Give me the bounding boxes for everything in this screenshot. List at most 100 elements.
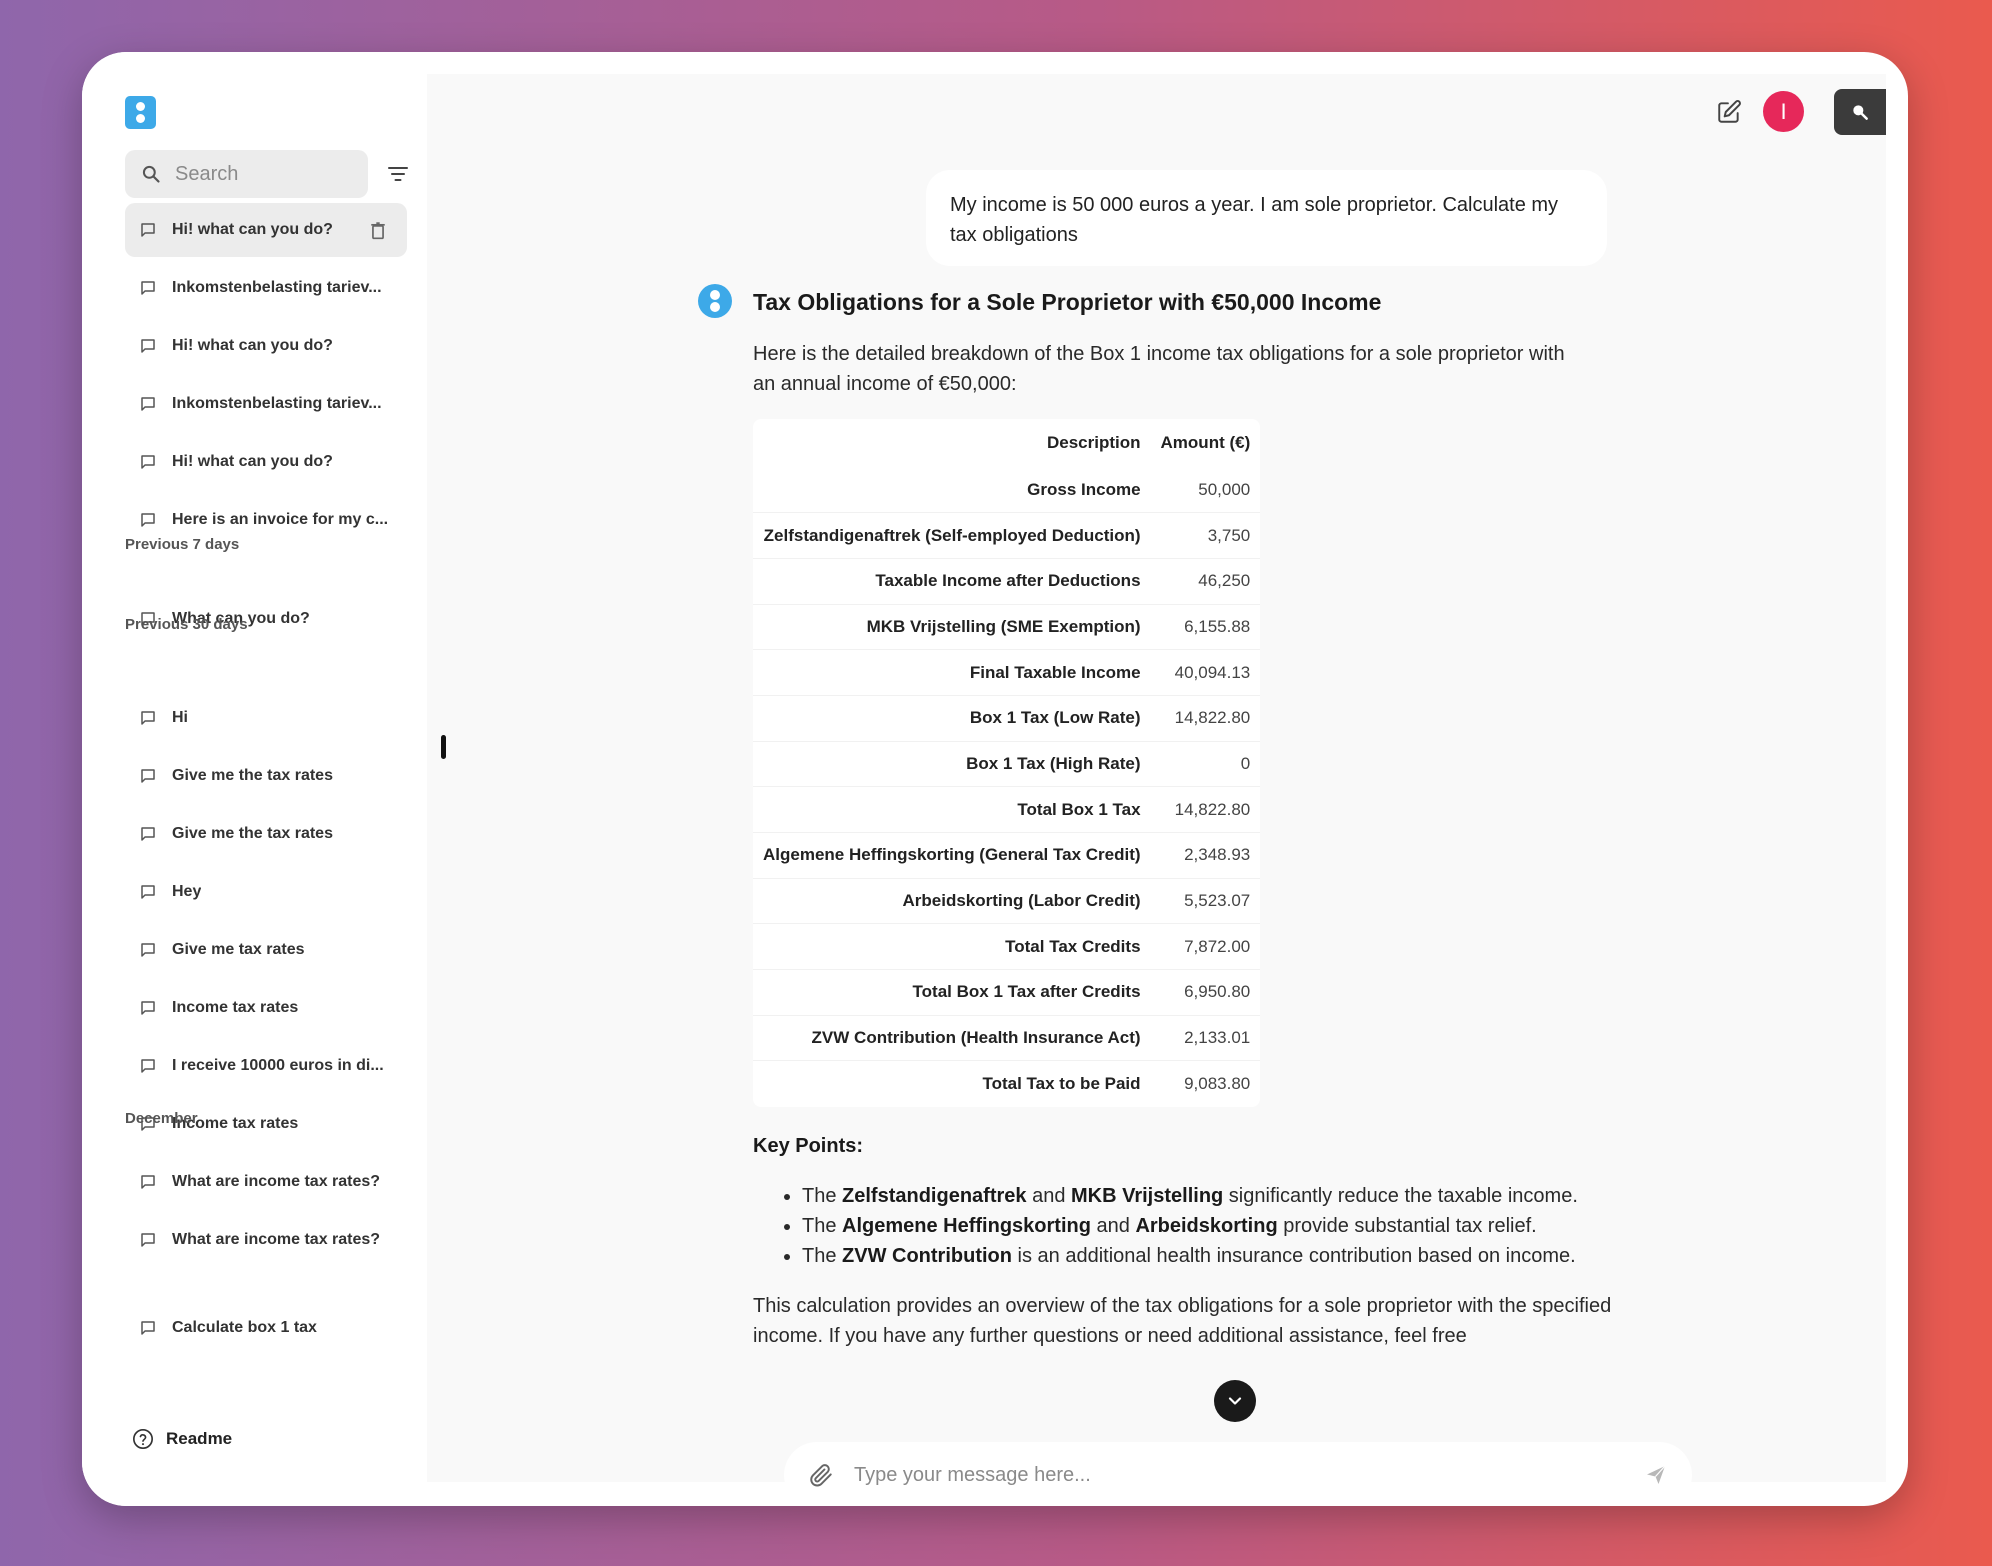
conversation-label: I receive 10000 euros in di... bbox=[172, 1057, 384, 1074]
key-point-text: and bbox=[1090, 1214, 1136, 1237]
conversation-item[interactable]: Hi! what can you do? bbox=[125, 203, 407, 257]
app-window: Search YesterdayHi! what can you do?Inko… bbox=[82, 52, 1908, 1506]
table-row: MKB Vrijstelling (SME Exemption) 6,155.88 bbox=[753, 603, 1261, 650]
conversation-item[interactable]: Give me the tax rates bbox=[125, 749, 407, 803]
conversation-item[interactable]: Give me the tax rates bbox=[125, 807, 407, 861]
table-row: Total Tax Credits 7,872.00 bbox=[753, 923, 1261, 970]
row-description: Algemene Heffingskorting (General Tax Cr… bbox=[753, 832, 1151, 879]
send-icon[interactable] bbox=[1644, 1463, 1668, 1487]
conversation-label: Hi! what can you do? bbox=[172, 221, 333, 238]
column-header-description: Description bbox=[1047, 433, 1141, 452]
row-description: Total Tax to be Paid bbox=[753, 1060, 1151, 1107]
row-description: Total Box 1 Tax bbox=[753, 786, 1151, 833]
sidebar-resize-handle[interactable] bbox=[441, 735, 446, 759]
row-amount: 7,872.00 bbox=[1150, 923, 1261, 970]
conversation-label: Hi! what can you do? bbox=[172, 453, 333, 470]
conversation-item[interactable]: Inkomstenbelasting tariev... bbox=[125, 261, 407, 315]
readme-link[interactable]: Readme bbox=[132, 1428, 232, 1450]
conversation-label: Hi! what can you do? bbox=[172, 337, 333, 354]
key-points-title: Key Points: bbox=[753, 1134, 864, 1157]
help-circle-icon bbox=[133, 1429, 153, 1449]
table-row: Final Taxable Income 40,094.13 bbox=[753, 649, 1261, 696]
scroll-down-button[interactable] bbox=[1214, 1380, 1256, 1422]
key-point-text: provide substantial tax relief. bbox=[1277, 1214, 1537, 1237]
message-input[interactable] bbox=[854, 1463, 1644, 1487]
search-icon bbox=[142, 165, 160, 183]
row-description: Box 1 Tax (Low Rate) bbox=[753, 694, 1151, 742]
column-header-amount: Amount (€) bbox=[1160, 433, 1251, 452]
conversation-label: Hey bbox=[172, 883, 202, 900]
row-amount: 9,083.80 bbox=[1150, 1060, 1261, 1107]
search-input[interactable]: Search bbox=[125, 150, 368, 198]
conversation-item[interactable]: I receive 10000 euros in di... bbox=[125, 1039, 407, 1093]
user-message: My income is 50 000 euros a year. I am s… bbox=[926, 170, 1607, 266]
key-point: The ZVW Contribution is an additional he… bbox=[802, 1241, 1592, 1271]
section-heading: Previous 7 days bbox=[125, 536, 240, 553]
chat-bubble-icon bbox=[141, 711, 155, 725]
table-row: Zelfstandigenaftrek (Self-employed Deduc… bbox=[753, 512, 1261, 559]
search-button[interactable] bbox=[1834, 89, 1886, 135]
conversation-item[interactable]: Hi! what can you do? bbox=[125, 435, 407, 489]
table-row: Algemene Heffingskorting (General Tax Cr… bbox=[753, 832, 1261, 879]
reply-closing: This calculation provides an overview of… bbox=[753, 1294, 1612, 1347]
paperclip-icon[interactable] bbox=[808, 1462, 834, 1488]
row-amount: 46,250 bbox=[1150, 557, 1261, 605]
search-placeholder: Search bbox=[175, 162, 239, 185]
table-row: Taxable Income after Deductions 46,250 bbox=[753, 557, 1261, 605]
conversation-item[interactable]: What are income tax rates? bbox=[125, 1213, 407, 1267]
tax-table: Description Amount (€) Gross Income 50,00… bbox=[753, 419, 1261, 1107]
conversation-item[interactable]: Calculate box 1 tax bbox=[125, 1301, 407, 1355]
chat-bubble-icon bbox=[141, 455, 155, 469]
key-term: Algemene Heffingskorting bbox=[842, 1214, 1091, 1237]
chat-bubble-icon bbox=[141, 397, 155, 411]
conversation-item[interactable]: Hi! what can you do? bbox=[125, 319, 407, 373]
conversation-label: Here is an invoice for my c... bbox=[172, 511, 389, 528]
table-row: Total Box 1 Tax after Credits 6,950.80 bbox=[753, 969, 1261, 1016]
user-avatar[interactable]: I bbox=[1763, 91, 1804, 132]
conversation-label: Hi bbox=[172, 709, 188, 726]
reply-intro: Here is the detailed breakdown of the Bo… bbox=[753, 343, 1565, 395]
conversation-label: What are income tax rates? bbox=[172, 1173, 381, 1190]
row-description: Arbeidskorting (Labor Credit) bbox=[753, 877, 1151, 924]
conversation-item[interactable]: What are income tax rates? bbox=[125, 1155, 407, 1209]
conversation-item[interactable]: Inkomstenbelasting tariev... bbox=[125, 377, 407, 431]
chat-bubble-icon bbox=[141, 339, 155, 353]
sidebar: Search YesterdayHi! what can you do?Inko… bbox=[82, 52, 427, 1506]
key-points-list: The Zelfstandigenaftrek and MKB Vrijstel… bbox=[802, 1181, 1592, 1271]
assistant-message: Tax Obligations for a Sole Proprietor wi… bbox=[753, 284, 1613, 1450]
row-amount: 2,133.01 bbox=[1150, 1014, 1261, 1061]
conversation-label: Calculate box 1 tax bbox=[172, 1319, 317, 1336]
trash-icon[interactable] bbox=[369, 222, 387, 240]
row-description: Box 1 Tax (High Rate) bbox=[753, 740, 1151, 787]
row-description: Gross Income bbox=[1027, 479, 1141, 499]
row-amount: 2,348.93 bbox=[1150, 832, 1261, 879]
conversation-item[interactable]: Give me tax rates bbox=[125, 923, 407, 977]
conversation-item[interactable]: Income tax rates bbox=[125, 981, 407, 1035]
row-description: Zelfstandigenaftrek (Self-employed Deduc… bbox=[753, 512, 1151, 559]
key-term: MKB Vrijstelling bbox=[1071, 1184, 1224, 1207]
key-point: The Zelfstandigenaftrek and MKB Vrijstel… bbox=[802, 1181, 1592, 1211]
chat-bubble-icon bbox=[141, 1233, 155, 1247]
chat-bubble-icon bbox=[141, 513, 155, 527]
row-amount: 40,094.13 bbox=[1150, 649, 1261, 696]
table-row: ZVW Contribution (Health Insurance Act) 2… bbox=[753, 1014, 1261, 1061]
conversation-item[interactable]: Hi bbox=[125, 691, 407, 745]
key-term: Zelfstandigenaftrek bbox=[842, 1184, 1027, 1207]
table-row: Arbeidskorting (Labor Credit) 5,523.07 bbox=[753, 877, 1261, 924]
new-chat-icon[interactable] bbox=[1716, 99, 1742, 125]
key-point-text: The bbox=[802, 1184, 843, 1207]
chevron-down-icon bbox=[1228, 1397, 1242, 1405]
key-point-text: The bbox=[802, 1244, 843, 1267]
filter-icon[interactable] bbox=[386, 162, 410, 186]
conversation-item[interactable]: Hey bbox=[125, 865, 407, 919]
table-header-row: Description Amount (€) bbox=[753, 419, 1260, 467]
assistant-avatar-icon bbox=[698, 284, 732, 318]
chat-bubble-icon bbox=[141, 223, 155, 237]
conversation-label: Give me the tax rates bbox=[172, 767, 333, 784]
row-amount: 14,822.80 bbox=[1150, 694, 1261, 742]
chat-bubble-icon bbox=[141, 1001, 155, 1015]
row-description: Final Taxable Income bbox=[753, 649, 1151, 696]
key-point-text: The bbox=[802, 1214, 843, 1237]
row-description: Total Box 1 Tax after Credits bbox=[753, 969, 1151, 1016]
chat-bubble-icon bbox=[141, 1321, 155, 1335]
